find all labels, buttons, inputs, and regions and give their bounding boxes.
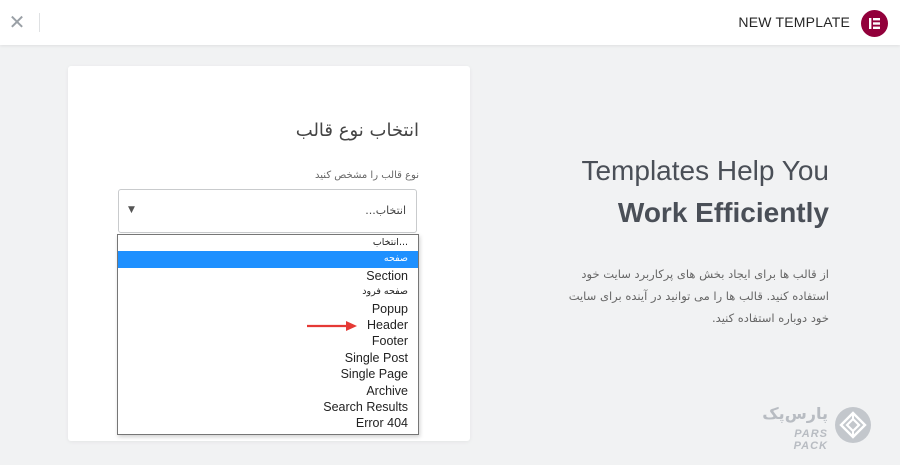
dropdown-option-popup[interactable]: Popup (118, 301, 418, 317)
dropdown-option-error-404[interactable]: Error 404 (118, 415, 418, 431)
elementor-logo-icon (861, 10, 888, 37)
hero-heading-line2: Work Efficiently (617, 197, 829, 228)
watermark-name-en: PARS PACK (793, 428, 828, 452)
dropdown-option-landing-page[interactable]: صفحه فرود (118, 284, 418, 300)
hero-heading-line1: Templates Help You (581, 155, 829, 186)
parspack-logo-icon (835, 407, 871, 443)
dropdown-option-footer[interactable]: Footer (118, 333, 418, 349)
parspack-watermark: پارس‌پک PARS PACK (762, 404, 876, 452)
divider (39, 13, 40, 32)
hero-description: از قالب ها برای ایجاد بخش های پرکاربرد س… (568, 267, 829, 325)
chevron-down-icon: ▼ (128, 205, 135, 215)
dropdown-option-section[interactable]: Section (118, 268, 418, 284)
template-type-dropdown[interactable]: انتخاب... صفحه Section صفحه فرود Popup H… (117, 234, 419, 435)
page-title: NEW TEMPLATE (738, 14, 850, 30)
dropdown-option-search-results[interactable]: Search Results (118, 399, 418, 415)
dropdown-option-single-page[interactable]: Single Page (118, 366, 418, 382)
template-type-select[interactable]: انتخاب... ▼ (118, 189, 417, 233)
close-icon[interactable]: ✕ (6, 10, 28, 34)
red-arrow-annotation (307, 321, 357, 331)
form-title: انتخاب نوع قالب (295, 120, 419, 141)
watermark-name-fa: پارس‌پک (762, 404, 828, 423)
template-type-label: نوع قالب را مشخص کنید (315, 170, 419, 181)
dropdown-option-page[interactable]: صفحه (118, 251, 418, 268)
dropdown-option-archive[interactable]: Archive (118, 383, 418, 399)
dropdown-option-header[interactable]: Header (118, 317, 418, 333)
select-value: انتخاب... (365, 204, 406, 217)
dropdown-option-single-post[interactable]: Single Post (118, 350, 418, 366)
dropdown-option-placeholder[interactable]: انتخاب... (118, 235, 418, 251)
top-bar: ✕ NEW TEMPLATE (0, 0, 900, 45)
